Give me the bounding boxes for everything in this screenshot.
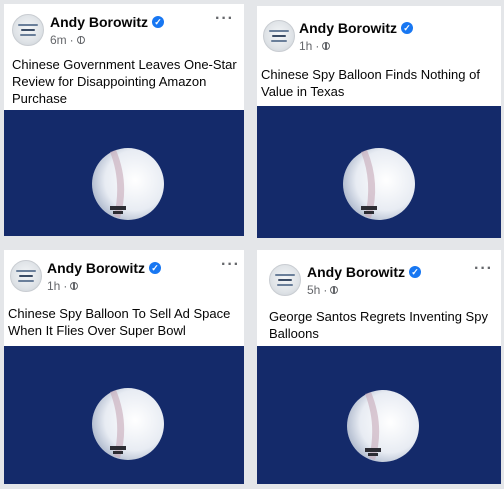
verified-badge-icon: ✓: [409, 266, 421, 278]
post-card: Andy Borowitz ✓ 6m · ··· Chinese Governm…: [4, 4, 244, 236]
more-options-icon[interactable]: ···: [215, 10, 234, 28]
post-card: Andy Borowitz ✓ 5h · ··· George Santos R…: [257, 250, 501, 484]
post-meta: 5h ·: [307, 283, 339, 297]
author-name-row: Andy Borowitz ✓: [307, 264, 421, 280]
post-time[interactable]: 6m: [50, 33, 67, 47]
author-name[interactable]: Andy Borowitz: [307, 264, 405, 280]
post-card: Andy Borowitz ✓ 1h · ··· Chinese Spy Bal…: [4, 250, 244, 484]
globe-icon: [330, 286, 339, 294]
author-avatar[interactable]: [12, 14, 44, 46]
globe-icon: [70, 282, 79, 290]
meta-separator: ·: [323, 283, 328, 297]
author-name[interactable]: Andy Borowitz: [50, 14, 148, 30]
post-meta: 1h ·: [299, 39, 331, 53]
balloon-photo[interactable]: [257, 346, 501, 484]
post-header: Andy Borowitz ✓ 1h · ···: [4, 250, 244, 298]
more-options-icon[interactable]: ···: [474, 260, 493, 278]
author-name-row: Andy Borowitz ✓: [47, 260, 161, 276]
balloon-photo[interactable]: [257, 106, 501, 238]
post-header: Andy Borowitz ✓ 1h ·: [257, 6, 501, 54]
post-card: Andy Borowitz ✓ 1h · Chinese Spy Balloon…: [257, 6, 501, 238]
post-headline: Chinese Spy Balloon Finds Nothing of Val…: [261, 67, 480, 99]
author-name[interactable]: Andy Borowitz: [299, 20, 397, 36]
post-time[interactable]: 1h: [299, 39, 312, 53]
globe-icon: [322, 42, 331, 50]
verified-badge-icon: ✓: [152, 16, 164, 28]
author-name-row: Andy Borowitz ✓: [50, 14, 164, 30]
globe-icon: [76, 36, 85, 44]
meta-separator: ·: [315, 39, 320, 53]
author-avatar[interactable]: [263, 20, 295, 52]
meta-separator: ·: [63, 279, 68, 293]
post-time[interactable]: 1h: [47, 279, 60, 293]
post-meta: 6m ·: [50, 33, 85, 47]
verified-badge-icon: ✓: [401, 22, 413, 34]
author-name[interactable]: Andy Borowitz: [47, 260, 145, 276]
post-header: Andy Borowitz ✓ 6m · ···: [4, 4, 244, 52]
post-headline: Chinese Spy Balloon To Sell Ad Space Whe…: [8, 306, 231, 338]
balloon-photo[interactable]: [4, 346, 244, 484]
post-header: Andy Borowitz ✓ 5h · ···: [257, 250, 501, 298]
author-avatar[interactable]: [269, 264, 301, 296]
author-avatar[interactable]: [10, 260, 42, 292]
author-name-row: Andy Borowitz ✓: [299, 20, 413, 36]
verified-badge-icon: ✓: [149, 262, 161, 274]
post-headline: George Santos Regrets Inventing Spy Ball…: [269, 309, 488, 341]
post-headline: Chinese Government Leaves One-Star Revie…: [12, 57, 237, 106]
meta-separator: ·: [69, 33, 74, 47]
post-time[interactable]: 5h: [307, 283, 320, 297]
more-options-icon[interactable]: ···: [221, 256, 240, 274]
post-meta: 1h ·: [47, 279, 79, 293]
balloon-photo[interactable]: [4, 110, 244, 236]
